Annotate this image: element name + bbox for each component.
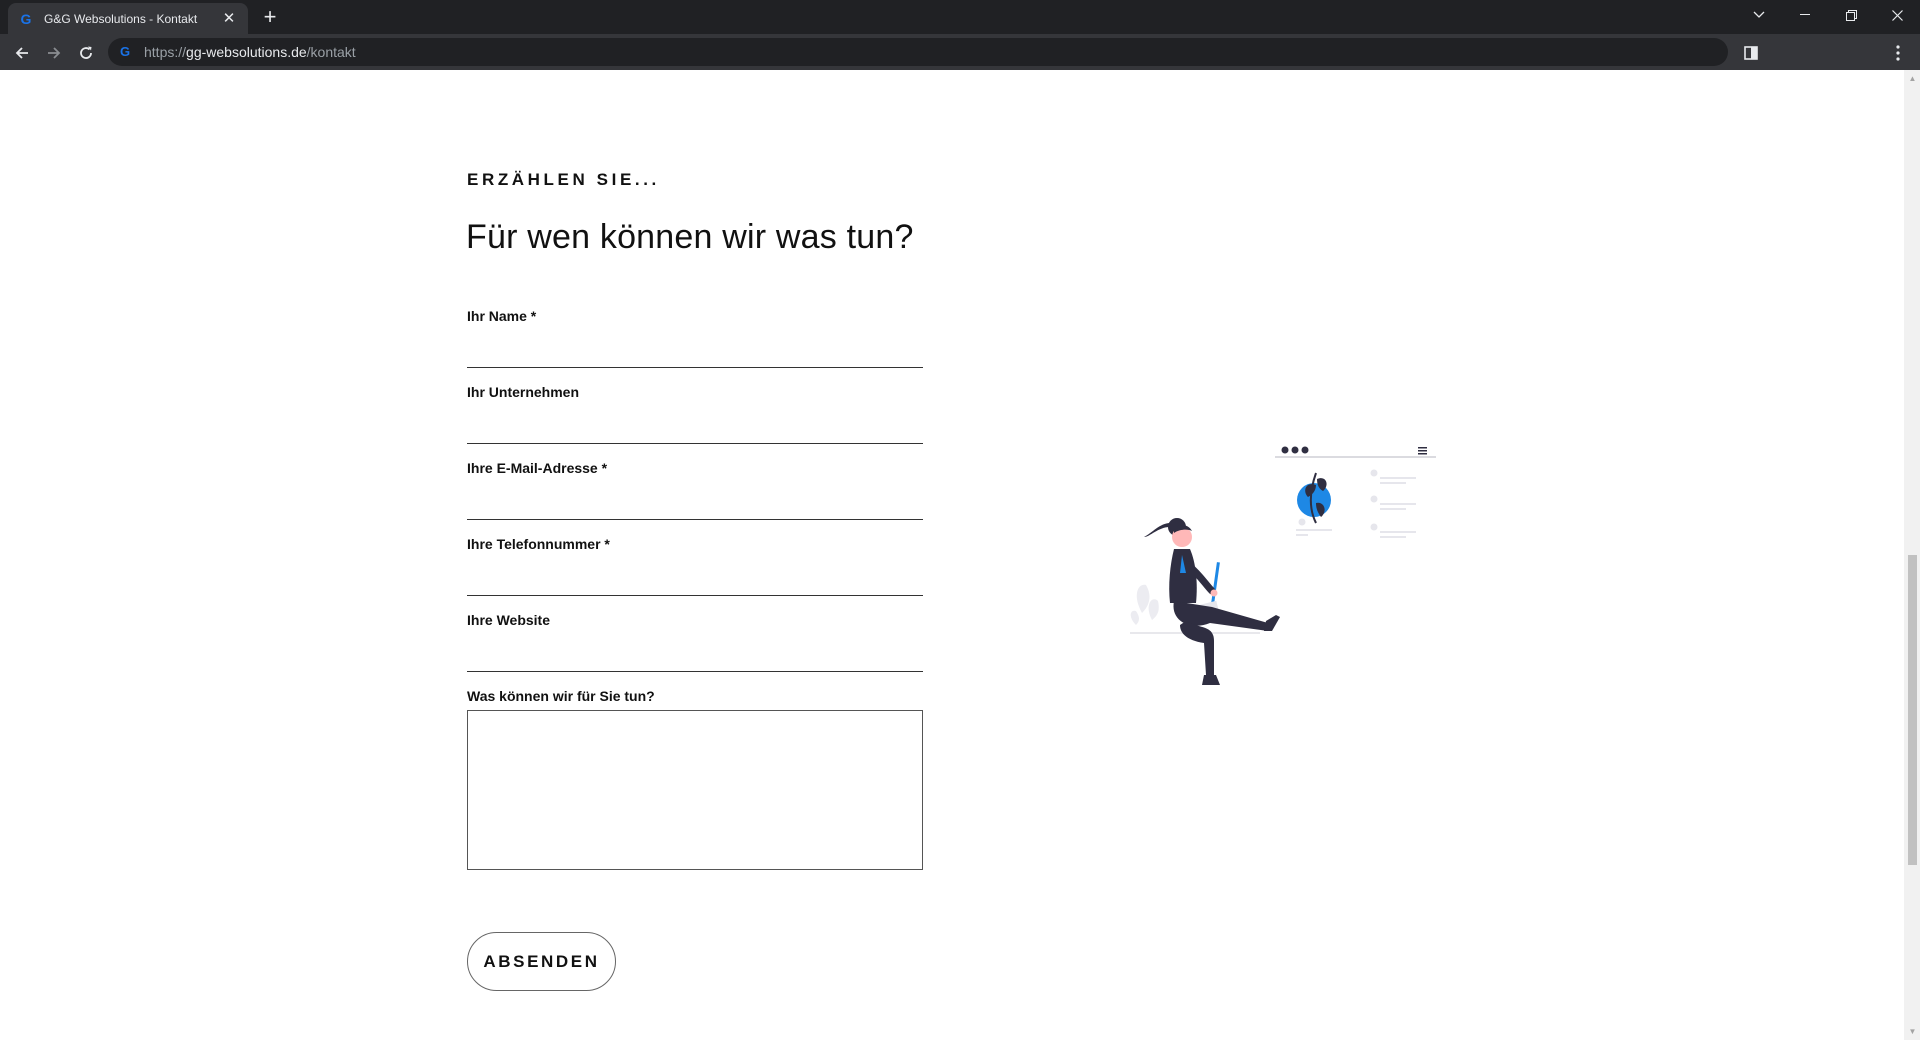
website-input[interactable] xyxy=(467,640,923,672)
close-tab-icon[interactable]: ✕ xyxy=(220,10,238,28)
woman-with-laptop-illustration xyxy=(1130,446,1436,685)
phone-field: Ihre Telefonnummer * xyxy=(467,536,923,596)
forward-icon[interactable] xyxy=(40,39,68,67)
browser-toolbar: G https://gg-websolutions.de/kontakt xyxy=(0,34,1920,70)
browser-tab-strip: G G&G Websolutions - Kontakt ✕ + xyxy=(0,0,1920,34)
close-window-icon[interactable] xyxy=(1874,0,1920,30)
scroll-down-icon[interactable]: ▼ xyxy=(1908,1027,1917,1036)
menu-kebab-icon[interactable] xyxy=(1884,39,1912,67)
company-field: Ihr Unternehmen xyxy=(467,384,923,444)
section-eyebrow: ERZÄHLEN SIE... xyxy=(467,170,660,189)
page-scrollbar[interactable]: ▲ ▼ xyxy=(1904,70,1920,1040)
submit-button[interactable]: ABSENDEN xyxy=(467,932,616,991)
message-textarea[interactable] xyxy=(467,710,923,870)
company-label: Ihr Unternehmen xyxy=(467,384,580,400)
name-input[interactable] xyxy=(467,336,923,368)
restore-icon[interactable] xyxy=(1828,0,1874,30)
tab-search-icon[interactable] xyxy=(1736,0,1782,30)
site-info-icon[interactable]: G xyxy=(118,45,132,59)
tab-title: G&G Websolutions - Kontakt xyxy=(44,11,198,26)
phone-label: Ihre Telefonnummer * xyxy=(467,536,610,552)
browser-tab[interactable]: G G&G Websolutions - Kontakt ✕ xyxy=(8,3,248,34)
back-icon[interactable] xyxy=(8,39,36,67)
name-label: Ihr Name * xyxy=(467,308,537,324)
leaf-icon xyxy=(1297,472,1331,524)
new-tab-icon[interactable]: + xyxy=(258,6,282,30)
company-input[interactable] xyxy=(467,412,923,444)
woman-figure-icon xyxy=(1144,518,1280,685)
name-field: Ihr Name * xyxy=(467,308,923,368)
message-field: Was können wir für Sie tun? xyxy=(467,688,923,870)
phone-input[interactable] xyxy=(467,564,923,596)
address-bar[interactable]: G https://gg-websolutions.de/kontakt xyxy=(108,38,1728,66)
email-input[interactable] xyxy=(467,488,923,520)
website-label: Ihre Website xyxy=(467,612,550,628)
side-panel-icon[interactable] xyxy=(1737,39,1765,67)
minimize-icon[interactable] xyxy=(1782,0,1828,30)
page-content: ERZÄHLEN SIE... Für wen können wir was t… xyxy=(0,70,1904,1040)
url-text: https://gg-websolutions.de/kontakt xyxy=(144,44,356,60)
reload-icon[interactable] xyxy=(72,39,100,67)
browser-mockup-icon xyxy=(1275,446,1436,458)
email-label: Ihre E-Mail-Adresse * xyxy=(467,460,608,476)
page-title: Für wen können wir was tun? xyxy=(466,218,914,256)
message-label: Was können wir für Sie tun? xyxy=(467,688,655,704)
email-field: Ihre E-Mail-Adresse * xyxy=(467,460,923,520)
scrollbar-thumb[interactable] xyxy=(1908,555,1917,865)
scroll-up-icon[interactable]: ▲ xyxy=(1908,74,1917,83)
website-field: Ihre Website xyxy=(467,612,923,672)
site-favicon-icon: G xyxy=(20,10,32,27)
